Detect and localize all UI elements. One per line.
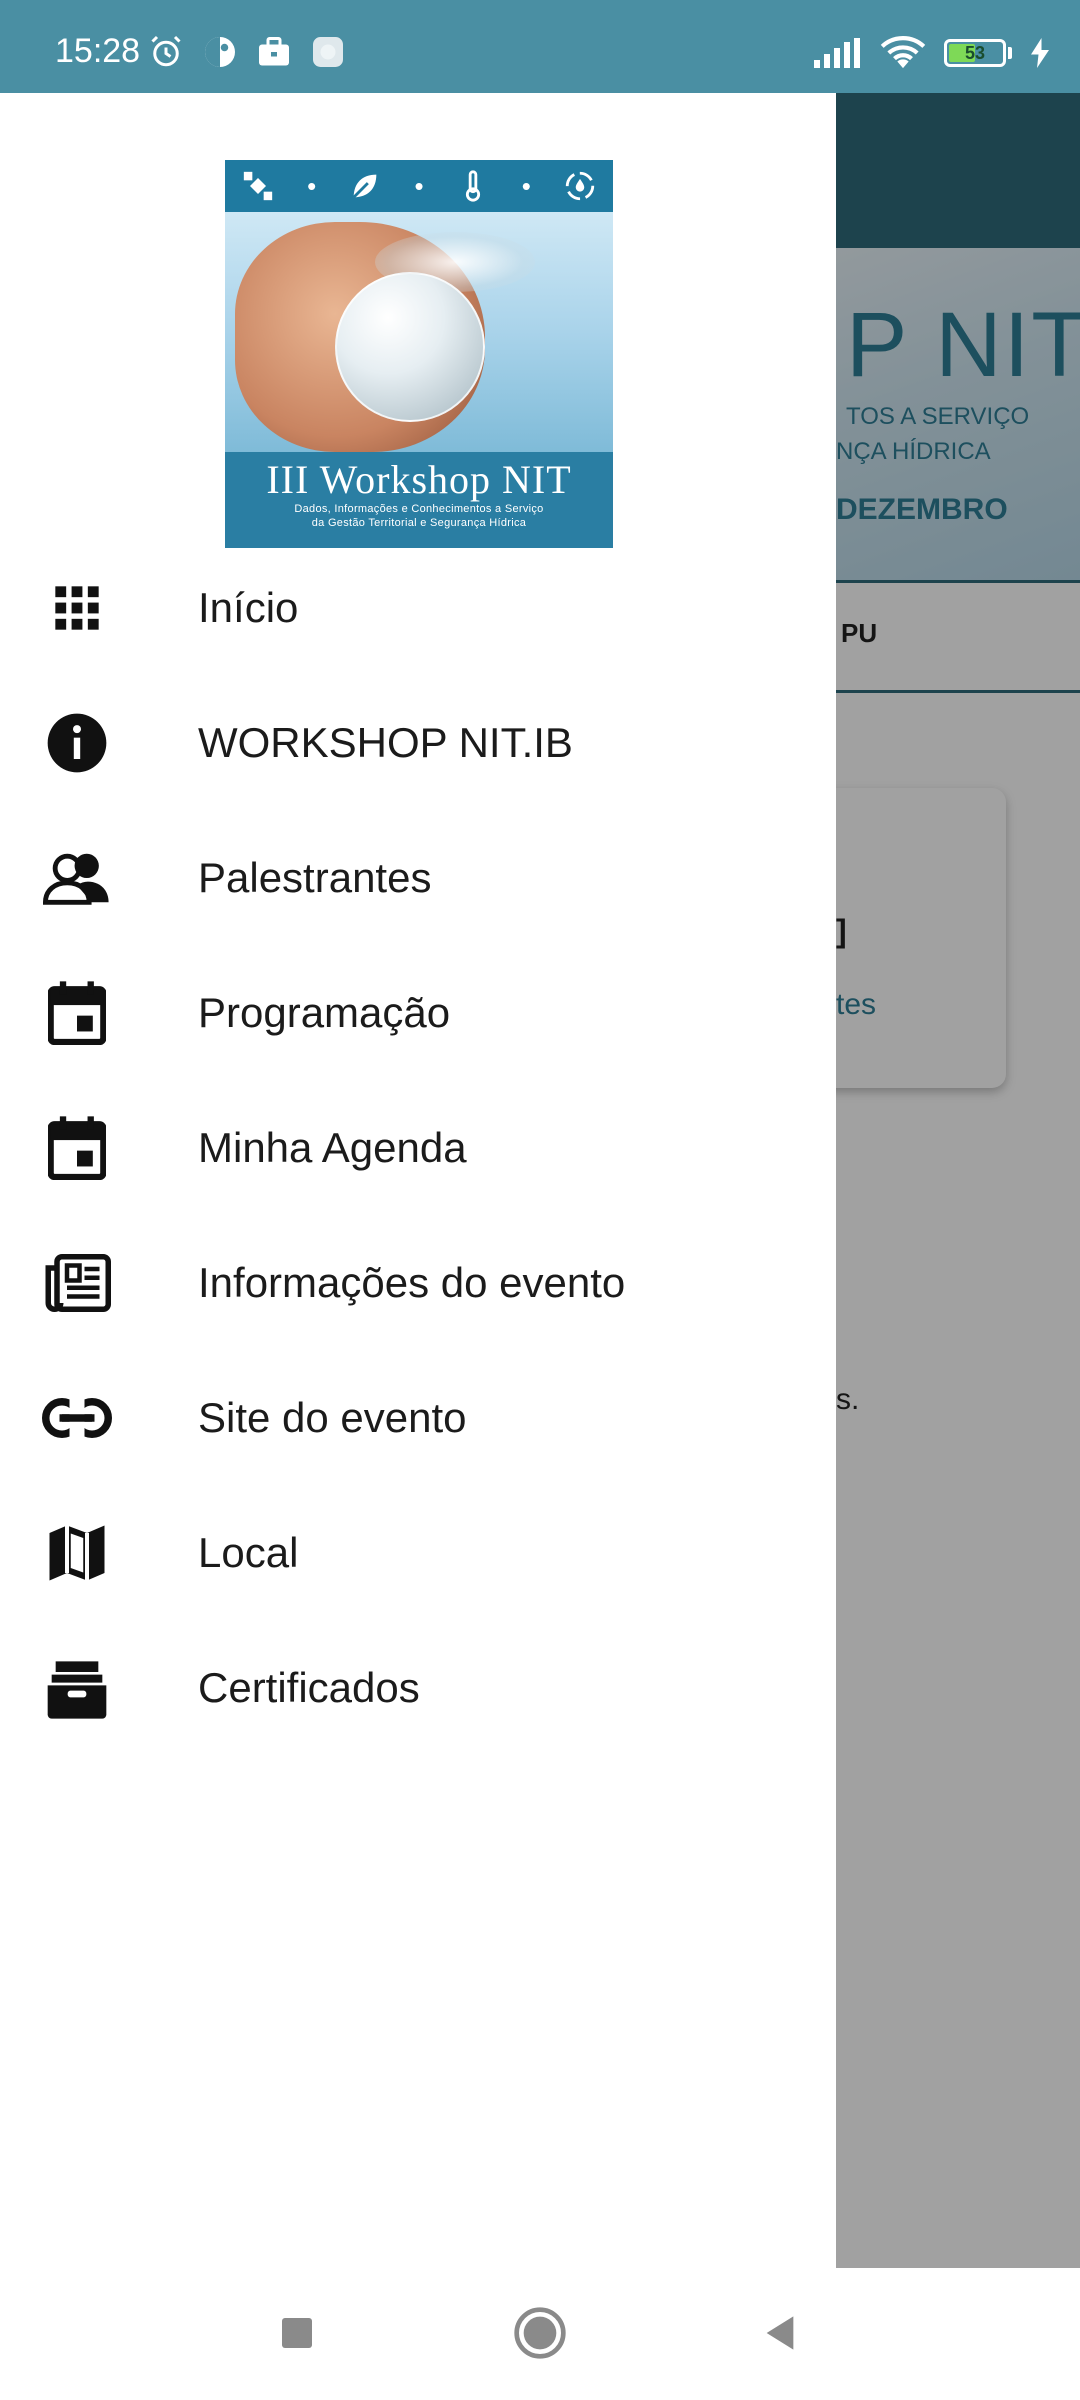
people-icon [42,843,112,913]
battery-icon: 53 [944,39,1006,67]
info-icon [42,708,112,778]
event-logo: • • • III Workshop NIT Dados, Informaçõe… [225,160,613,548]
menu-item-informacoes[interactable]: Informações do evento [0,1215,836,1350]
home-button[interactable] [505,2298,575,2368]
briefcase-icon [259,37,289,66]
menu-item-label: Programação [198,988,451,1036]
logo-title: III Workshop NIT [266,457,572,502]
battery-level: 53 [964,43,986,63]
calendar-icon [42,1113,112,1183]
logo-caption: III Workshop NIT Dados, Informações e Co… [225,452,613,548]
menu-item-label: Início [198,583,299,631]
leaf-icon [353,174,377,199]
logo-photo [225,212,613,452]
menu-item-inicio[interactable]: Início [0,540,836,675]
logo-subtitle-line-2: da Gestão Territorial e Segurança Hídric… [311,517,527,529]
link-icon [42,1383,112,1453]
water-cycle-icon [565,171,595,201]
menu-item-certificados[interactable]: Certificados [0,1620,836,1755]
square-icon [282,2318,312,2348]
menu-item-site[interactable]: Site do evento [0,1350,836,1485]
dot-separator-icon: • [414,170,424,201]
battery-tip [1008,47,1012,59]
alarm-icon [151,35,181,67]
logo-subtitle-line-1: Dados, Informações e Conhecimentos a Ser… [294,503,544,515]
menu-item-label: Certificados [198,1663,420,1711]
menu-item-local[interactable]: Local [0,1485,836,1620]
menu-item-label: Minha Agenda [198,1123,467,1171]
menu-item-workshop[interactable]: WORKSHOP NIT.IB [0,675,836,810]
satellite-icon [243,171,273,201]
status-icons-right: 53 [814,36,1050,70]
navigation-drawer: • • • III Workshop NIT Dados, Informaçõe… [0,93,836,2268]
back-button[interactable] [745,2298,815,2368]
menu-item-programacao[interactable]: Programação [0,945,836,1080]
app-icon [205,37,235,67]
circle-icon [514,2307,566,2359]
menu-item-label: WORKSHOP NIT.IB [198,718,573,766]
menu-item-label: Local [198,1528,299,1576]
drawer-scrim[interactable] [836,93,1080,2268]
logo-icon-strip: • • • [225,160,613,212]
calendar-icon [42,978,112,1048]
notification-icon [313,37,343,67]
system-nav-bar [0,2268,1080,2400]
status-time: 15:28 [55,32,141,70]
status-bar: 15:28 53 [0,0,1080,93]
dot-separator-icon: • [307,170,317,201]
wifi-icon [880,36,926,69]
menu-item-minha-agenda[interactable]: Minha Agenda [0,1080,836,1215]
newspaper-icon [42,1248,112,1318]
charging-icon [1031,38,1049,68]
signal-icon [814,38,860,68]
back-triangle-icon [766,2316,794,2350]
dot-separator-icon: • [521,170,531,201]
thermometer-icon [465,170,480,202]
menu-item-label: Palestrantes [198,853,432,901]
drawer-menu: Início WORKSHOP NIT.IB Palestrantes Prog… [0,540,836,1755]
recents-button[interactable] [262,2298,332,2368]
status-icons-left [148,34,346,70]
menu-item-label: Site do evento [198,1393,467,1441]
menu-item-label: Informações do evento [198,1258,626,1306]
grid-icon [42,573,112,643]
archive-icon [42,1653,112,1723]
map-icon [42,1518,112,1588]
menu-item-palestrantes[interactable]: Palestrantes [0,810,836,945]
globe-image [335,272,485,422]
